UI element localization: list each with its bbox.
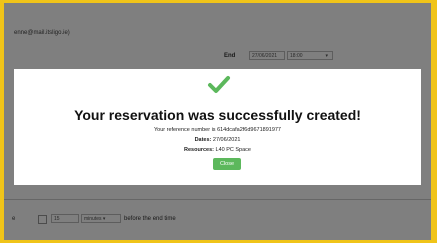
dates-label: Dates: [194,137,212,143]
dates-value: 27/06/2021 [212,137,241,143]
reference-number-text: Your reference number is 614dcafa2f6d967… [153,127,281,133]
dates-row: Dates: 27/06/2021 [14,137,421,143]
resources-row: Resources: L40 PC Space [14,147,421,153]
app-window: enne@mail.itsligo.ie) End 27/06/2021 18:… [4,3,431,240]
check-icon [208,76,230,93]
close-button[interactable]: Close [213,158,241,170]
modal-title: Your reservation was successfully create… [74,107,361,123]
resources-label: Resources: [184,147,214,153]
resources-value: L40 PC Space [215,147,251,153]
success-modal: Your reservation was successfully create… [14,69,421,185]
